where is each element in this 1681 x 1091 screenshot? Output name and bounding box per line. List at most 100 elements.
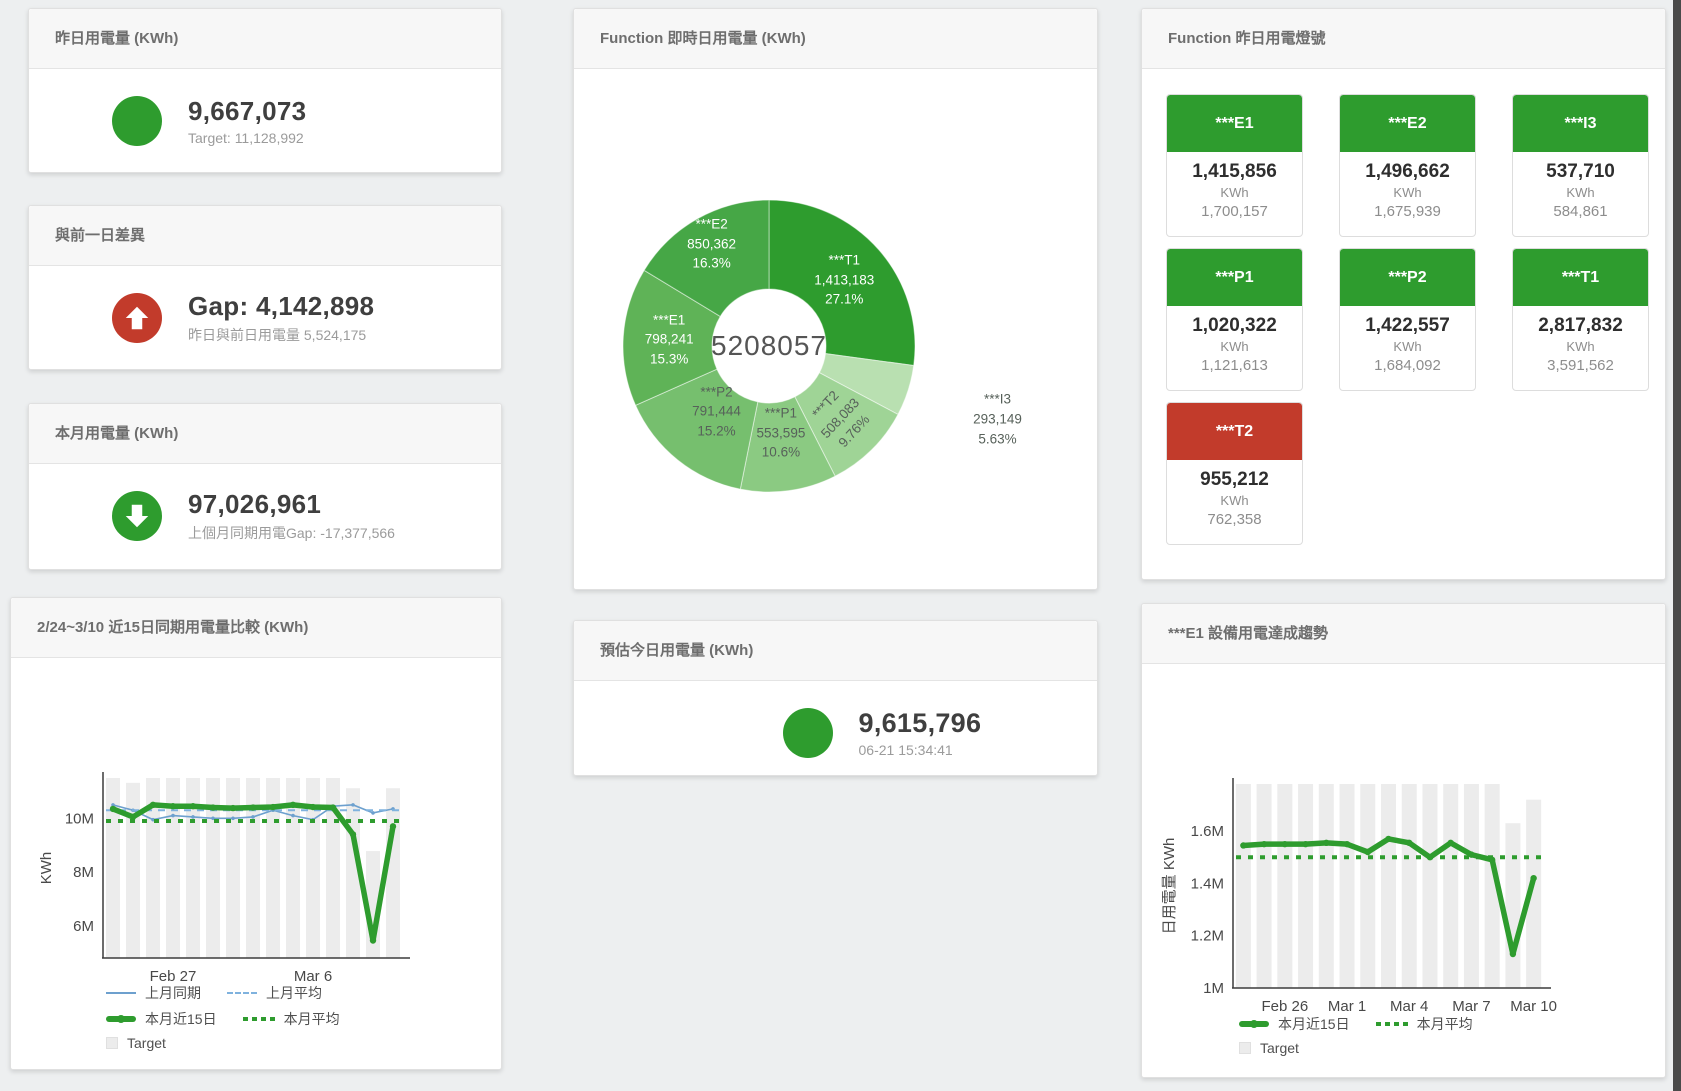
compare-chart-legend: 上月同期 上月平均 本月近15日 本月平均 Target	[106, 983, 340, 1051]
legend-item[interactable]: 本月近15日	[1239, 1014, 1350, 1034]
svg-text:KWh: KWh	[38, 852, 55, 885]
panel-month-usage: 本月用電量 (KWh) 97,026,961 上個月同期用電Gap: -17,3…	[28, 403, 502, 570]
blue-dashed-marker	[227, 992, 257, 994]
donut-chart: 5208057 ***T11,413,18327.1%***I3293,1495…	[574, 9, 1097, 589]
device-tile-e1: ***E1 1,415,856 KWh 1,700,157	[1166, 94, 1303, 237]
yesterday-usage-value: 9,667,073	[188, 96, 418, 127]
device-tile-header: ***T1	[1513, 249, 1648, 306]
panel-yesterday-lights: Function 昨日用電燈號 ***E1 1,415,856 KWh 1,70…	[1141, 8, 1666, 580]
estimate-value: 9,615,796	[859, 708, 1009, 739]
device-tile-p2: ***P2 1,422,557 KWh 1,684,092	[1339, 248, 1476, 391]
device-value: 1,415,856	[1167, 161, 1302, 183]
device-unit: KWh	[1167, 339, 1302, 354]
device-value: 1,422,557	[1340, 315, 1475, 337]
blue-line-marker	[106, 992, 136, 994]
device-tile-p1: ***P1 1,020,322 KWh 1,121,613	[1166, 248, 1303, 391]
panel-title[interactable]: ***E1 設備用電達成趨勢	[1142, 604, 1665, 664]
device-tile-header: ***P2	[1340, 249, 1475, 306]
panel-title[interactable]: 昨日用電量 (KWh)	[29, 9, 501, 69]
scrollbar[interactable]	[1673, 0, 1681, 1091]
device-value: 955,212	[1167, 469, 1302, 491]
panel-title[interactable]: 預估今日用電量 (KWh)	[574, 621, 1097, 681]
legend-item[interactable]: Target	[106, 1035, 166, 1051]
device-value: 1,020,322	[1167, 315, 1302, 337]
svg-text:6M: 6M	[73, 918, 94, 935]
donut-slice-label: ***E1798,24115.3%	[645, 310, 694, 369]
device-value: 2,817,832	[1513, 315, 1648, 337]
green-dotted-marker	[243, 1017, 275, 1021]
svg-text:Mar 7: Mar 7	[1452, 998, 1490, 1015]
device-tile-header: ***P1	[1167, 249, 1302, 306]
donut-center-total: 5208057	[711, 330, 827, 362]
svg-text:日用電量 KWh: 日用電量 KWh	[1161, 838, 1178, 935]
device-tile-header: ***E1	[1167, 95, 1302, 152]
legend-item[interactable]: Target	[1239, 1040, 1299, 1056]
target-bar-marker	[106, 1037, 118, 1049]
status-circle-icon	[783, 708, 833, 758]
device-tiles-grid: ***E1 1,415,856 KWh 1,700,157 ***E2 1,49…	[1142, 69, 1665, 545]
panel-title[interactable]: 本月用電量 (KWh)	[29, 404, 501, 464]
device-target: 3,591,562	[1513, 357, 1648, 374]
device-value: 537,710	[1513, 161, 1648, 183]
device-tile-i3: ***I3 537,710 KWh 584,861	[1512, 94, 1649, 237]
panel-yesterday-usage: 昨日用電量 (KWh) 9,667,073 Target: 11,128,992	[28, 8, 502, 173]
green-line-marker	[1239, 1021, 1269, 1027]
device-unit: KWh	[1167, 185, 1302, 200]
svg-text:1.2M: 1.2M	[1191, 928, 1224, 945]
trend-chart-legend: 本月近15日 本月平均 Target	[1239, 1014, 1473, 1056]
arrow-up-icon	[112, 293, 162, 343]
svg-text:1.6M: 1.6M	[1191, 823, 1224, 840]
green-dotted-marker	[1376, 1022, 1408, 1026]
svg-text:Mar 10: Mar 10	[1510, 998, 1557, 1015]
svg-text:Mar 1: Mar 1	[1328, 998, 1366, 1015]
device-value: 1,496,662	[1340, 161, 1475, 183]
donut-slice-label: ***P1553,59510.6%	[757, 404, 806, 463]
panel-gap-previous-day: 與前一日差異 Gap: 4,142,898 昨日與前日用電量 5,524,175	[28, 205, 502, 370]
device-target: 762,358	[1167, 511, 1302, 528]
donut-slice-label: ***I3293,1495.63%	[973, 390, 1022, 449]
status-circle-icon	[112, 96, 162, 146]
donut-slice-label: ***P2791,44415.2%	[692, 382, 741, 441]
arrow-down-icon	[112, 491, 162, 541]
device-tile-header: ***I3	[1513, 95, 1648, 152]
svg-text:8M: 8M	[73, 864, 94, 881]
gap-subtitle: 昨日與前日用電量 5,524,175	[188, 325, 418, 345]
svg-text:10M: 10M	[65, 810, 94, 827]
svg-text:1.4M: 1.4M	[1191, 875, 1224, 892]
device-tile-header: ***T2	[1167, 403, 1302, 460]
svg-text:1M: 1M	[1203, 980, 1224, 997]
green-line-marker	[106, 1016, 136, 1022]
device-target: 1,121,613	[1167, 357, 1302, 374]
legend-item[interactable]: 本月近15日	[106, 1009, 217, 1029]
panel-estimate-today: 預估今日用電量 (KWh) 9,615,796 06-21 15:34:41	[573, 620, 1098, 776]
target-bar-marker	[1239, 1042, 1251, 1054]
device-tile-e2: ***E2 1,496,662 KWh 1,675,939	[1339, 94, 1476, 237]
legend-item[interactable]: 本月平均	[1376, 1014, 1473, 1034]
panel-function-realtime-donut: Function 即時日用電量 (KWh) 5208057 ***T11,413…	[573, 8, 1098, 590]
panel-title[interactable]: Function 昨日用電燈號	[1142, 9, 1665, 69]
device-unit: KWh	[1513, 339, 1648, 354]
yesterday-usage-target: Target: 11,128,992	[188, 130, 418, 146]
device-target: 584,861	[1513, 203, 1648, 220]
device-unit: KWh	[1340, 339, 1475, 354]
device-target: 1,684,092	[1340, 357, 1475, 374]
device-unit: KWh	[1167, 493, 1302, 508]
panel-title[interactable]: 2/24~3/10 近15日同期用電量比較 (KWh)	[11, 598, 501, 658]
panel-15day-compare-chart: 2/24~3/10 近15日同期用電量比較 (KWh) 6M8M10MFeb 2…	[10, 597, 502, 1070]
legend-item[interactable]: 上月同期	[106, 983, 201, 1003]
device-target: 1,675,939	[1340, 203, 1475, 220]
legend-item[interactable]: 上月平均	[227, 983, 322, 1003]
device-unit: KWh	[1513, 185, 1648, 200]
device-tile-t1: ***T1 2,817,832 KWh 3,591,562	[1512, 248, 1649, 391]
panel-title[interactable]: 與前一日差異	[29, 206, 501, 266]
legend-item[interactable]: 本月平均	[243, 1009, 340, 1029]
estimate-timestamp: 06-21 15:34:41	[859, 742, 1009, 758]
device-tile-header: ***E2	[1340, 95, 1475, 152]
svg-text:Mar 4: Mar 4	[1390, 998, 1428, 1015]
panel-e1-trend-chart: ***E1 設備用電達成趨勢 1M 1.2M 1.4M 1.6M Feb 26 Mar 1…	[1141, 603, 1666, 1078]
svg-text:Feb 26: Feb 26	[1261, 998, 1308, 1015]
month-usage-value: 97,026,961	[188, 489, 418, 520]
gap-value: Gap: 4,142,898	[188, 291, 418, 322]
month-usage-gap: 上個月同期用電Gap: -17,377,566	[188, 523, 418, 543]
device-target: 1,700,157	[1167, 203, 1302, 220]
